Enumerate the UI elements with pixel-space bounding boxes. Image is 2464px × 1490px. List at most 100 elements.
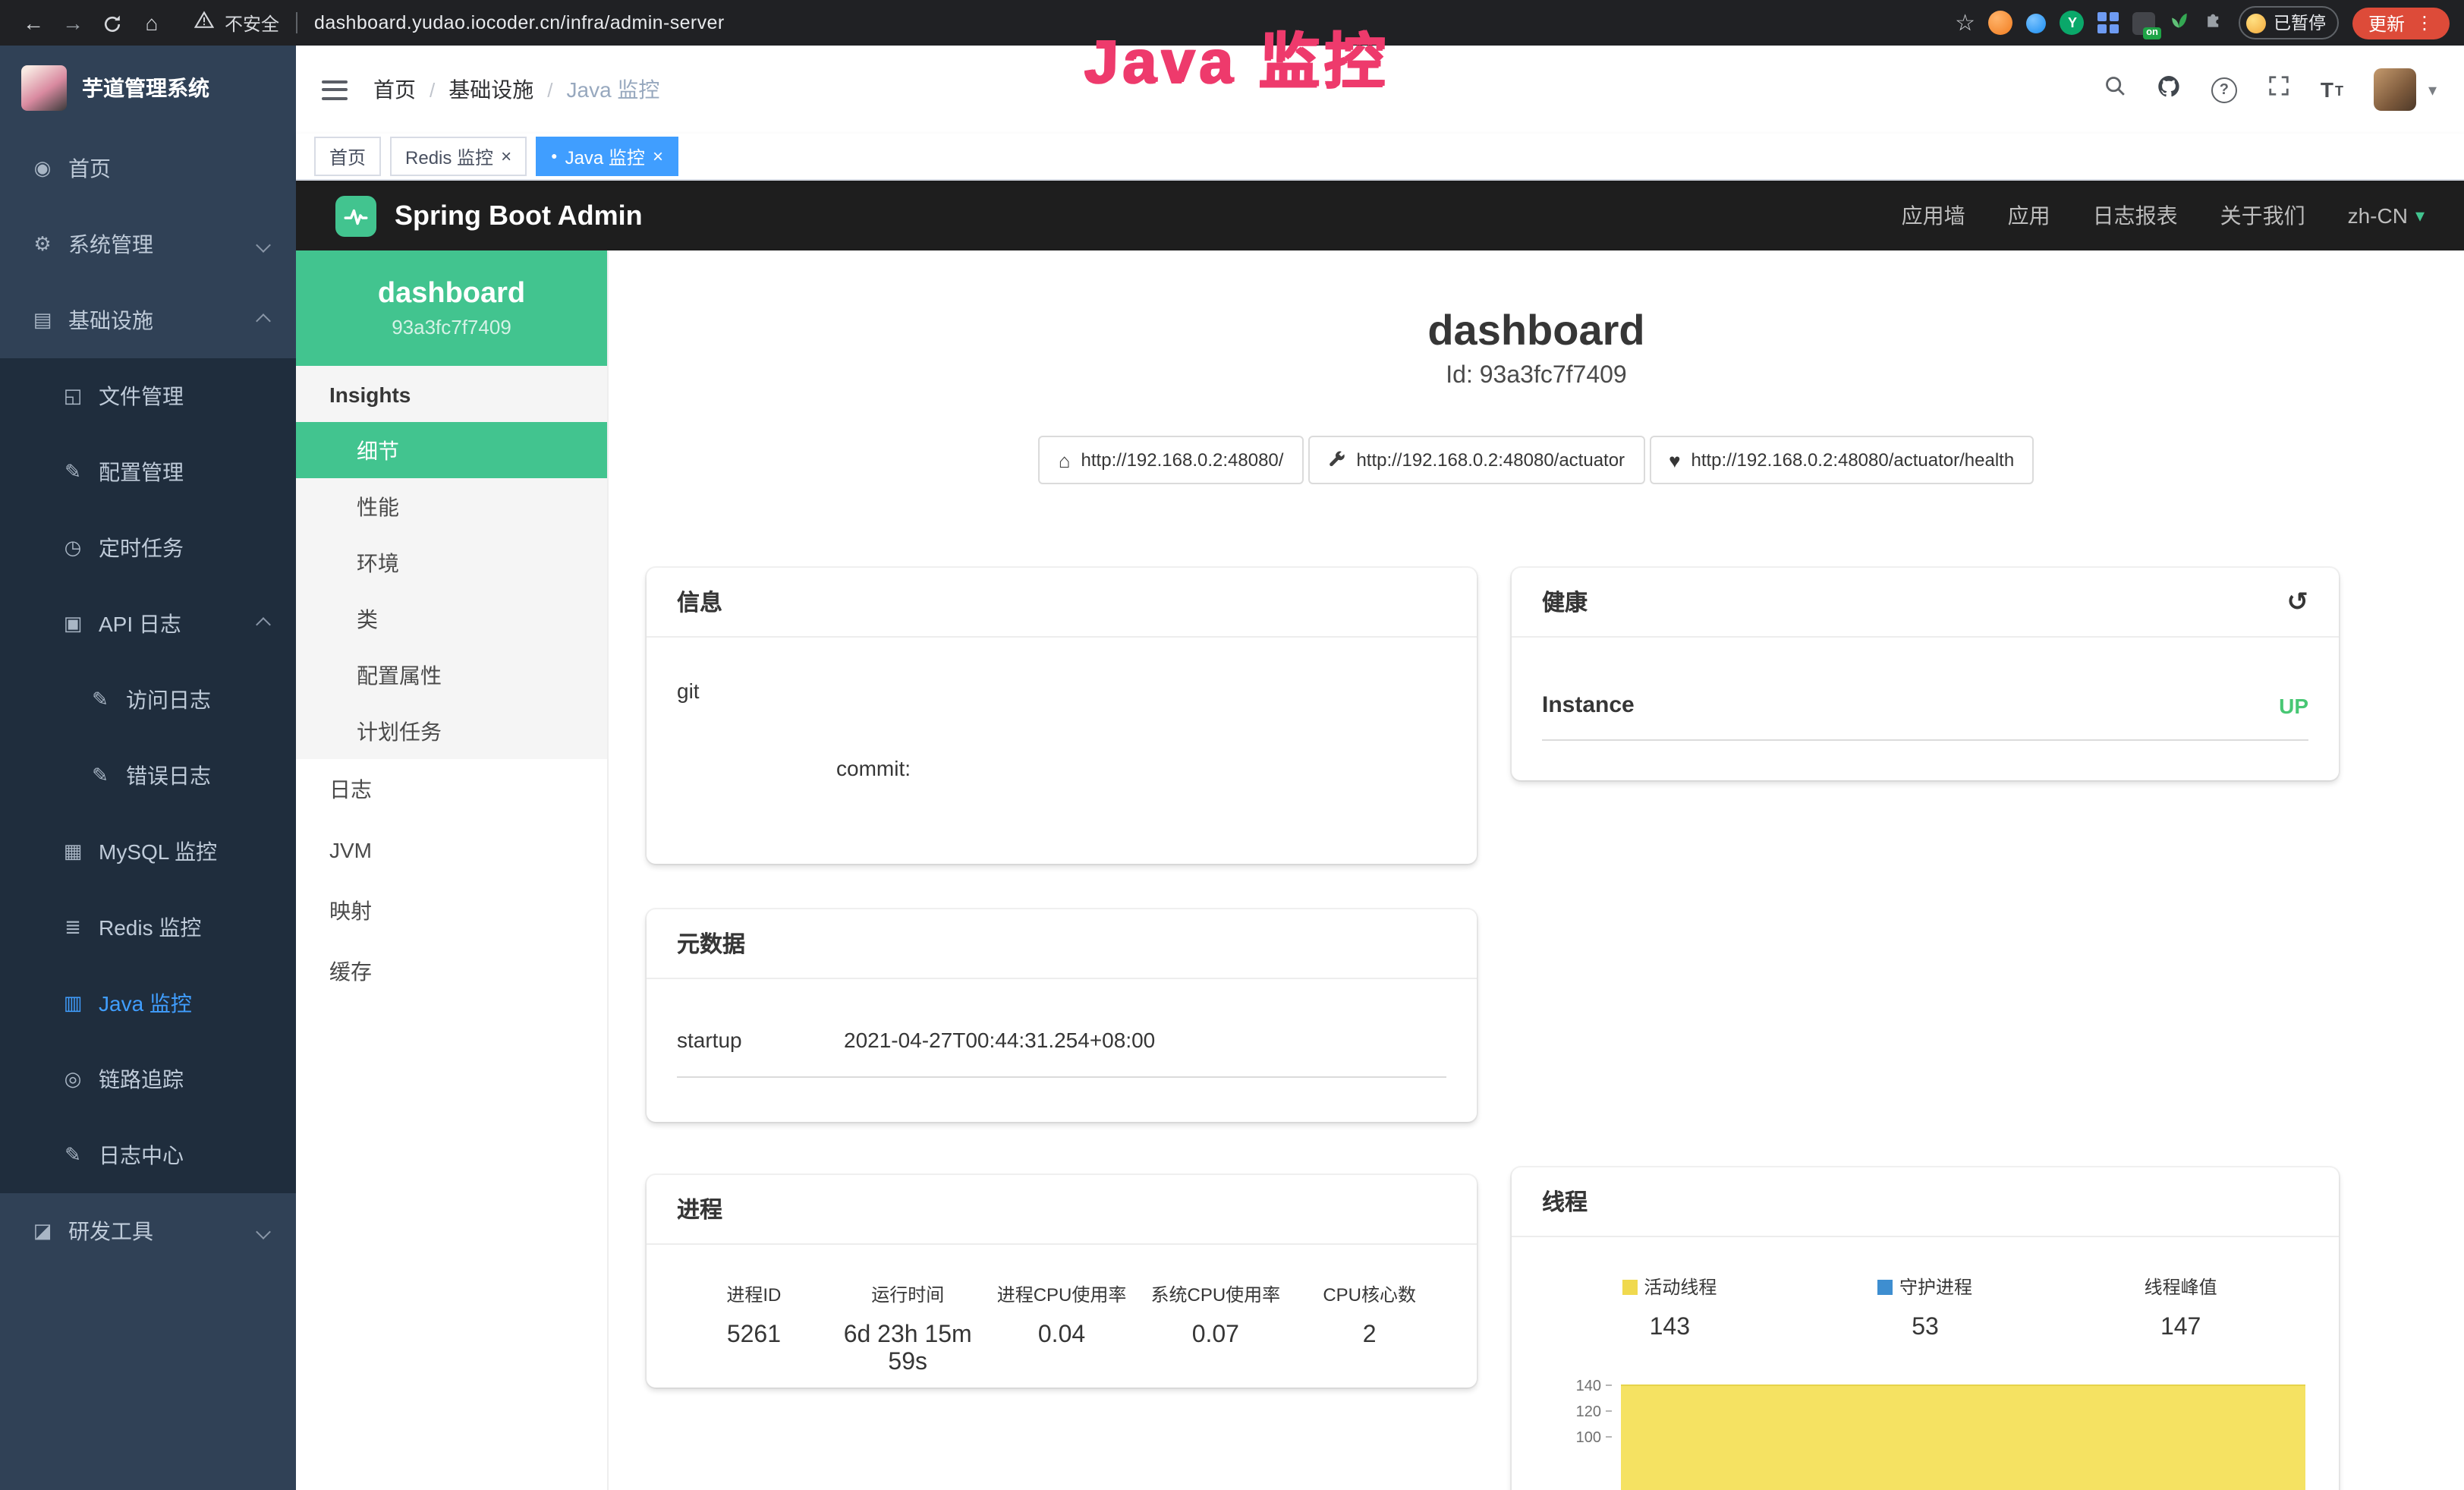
sidebar-item-error-log[interactable]: ✎ 错误日志 (0, 738, 296, 814)
sidebar-item-system[interactable]: ⚙ 系统管理 (0, 206, 296, 282)
actuator-url-link[interactable]: http://192.168.0.2:48080/actuator (1308, 436, 1644, 484)
info-row-git: git commit: time: 1596289704000 id: 27aa… (677, 653, 1446, 864)
app-logo[interactable]: 芋道管理系统 (0, 46, 296, 131)
github-icon[interactable] (2157, 74, 2181, 106)
sba-locale-select[interactable]: zh-CN ▾ (2348, 203, 2425, 228)
sidebar-item-log-center[interactable]: ✎ 日志中心 (0, 1117, 296, 1193)
fullscreen-icon[interactable] (2267, 74, 2290, 105)
sidebar-item-trace[interactable]: ◎ 链路追踪 (0, 1041, 296, 1117)
address-bar[interactable]: 不安全 dashboard.yudao.iocoder.cn/infra/adm… (194, 9, 725, 36)
health-url-link[interactable]: ♥ http://192.168.0.2:48080/actuator/heal… (1649, 436, 2034, 484)
sba-item-details[interactable]: 细节 (296, 422, 607, 478)
extension-grid-icon[interactable] (2098, 13, 2119, 33)
avatar-caret-icon[interactable]: ▾ (2428, 80, 2437, 99)
extension-leaf-icon[interactable] (2169, 8, 2190, 37)
sba-nav-about[interactable]: 关于我们 (2220, 200, 2305, 231)
extension-drop-icon[interactable] (2027, 13, 2047, 33)
sba-item-classes[interactable]: 类 (296, 591, 607, 647)
monitor-icon: ▤ (30, 308, 55, 332)
extension-orange-icon[interactable] (1989, 11, 2013, 35)
status-badge: UP (2279, 693, 2308, 717)
tab-home[interactable]: 首页 (314, 137, 381, 176)
sba-item-metrics[interactable]: 性能 (296, 478, 607, 534)
card-header: 信息 (647, 568, 1477, 638)
sba-item-config-props[interactable]: 配置属性 (296, 647, 607, 703)
infra-submenu: ◱ 文件管理 ✎ 配置管理 ◷ 定时任务 ▣ API 日志 ✎ (0, 358, 296, 1193)
sidebar-item-label: 定时任务 (99, 533, 184, 563)
sba-item-caches[interactable]: 缓存 (296, 941, 607, 1002)
font-size-icon[interactable]: T T (2321, 79, 2343, 100)
browser-chrome: ← → ⌂ 不安全 dashboard.yudao.iocoder.cn/inf… (0, 0, 2464, 46)
browser-home-icon[interactable]: ⌂ (134, 0, 170, 46)
sba-logo-icon[interactable] (335, 195, 376, 236)
hamburger-icon[interactable] (322, 80, 348, 99)
extensions-puzzle-icon[interactable] (2204, 8, 2225, 37)
tab-redis-monitor[interactable]: Redis 监控 × (390, 137, 527, 176)
sba-nav-wall[interactable]: 应用墙 (1902, 200, 1965, 231)
close-icon[interactable]: × (501, 147, 511, 165)
sba-navbar: Spring Boot Admin 应用墙 应用 日志报表 关于我们 zh-CN… (296, 181, 2464, 250)
chevron-up-icon (256, 313, 271, 328)
service-url-link[interactable]: ⌂ http://192.168.0.2:48080/ (1039, 436, 1304, 484)
card-header: 进程 (647, 1175, 1477, 1245)
sba-item-scheduled-tasks[interactable]: 计划任务 (296, 703, 607, 759)
overflow-menu-icon[interactable]: ⋮ (2415, 12, 2434, 33)
chevron-up-icon (256, 616, 271, 632)
bookmark-star-icon[interactable]: ☆ (1955, 9, 1975, 36)
browser-update-button[interactable]: 更新 ⋮ (2353, 7, 2449, 39)
breadcrumb-current: Java 监控 (567, 74, 660, 105)
sidebar-item-api-log[interactable]: ▣ API 日志 (0, 586, 296, 662)
forward-icon[interactable]: → (55, 0, 91, 46)
sidebar-item-redis[interactable]: ≣ Redis 监控 (0, 890, 296, 966)
sba-item-logs[interactable]: 日志 (296, 759, 607, 820)
active-dot-icon: ● (551, 151, 557, 162)
sidebar-item-infra[interactable]: ▤ 基础设施 (0, 282, 296, 358)
sba-brand-title[interactable]: Spring Boot Admin (395, 200, 643, 232)
sidebar-item-devtools[interactable]: ◪ 研发工具 (0, 1193, 296, 1269)
locale-value: zh-CN (2348, 203, 2408, 228)
back-icon[interactable]: ← (15, 0, 52, 46)
sba-nav-journal[interactable]: 日志报表 (2093, 200, 2178, 231)
tab-label: Redis 监控 (405, 143, 493, 169)
health-row-instance[interactable]: Instance UP (1542, 653, 2308, 741)
url-text[interactable]: dashboard.yudao.iocoder.cn/infra/admin-s… (314, 12, 725, 33)
sba-item-jvm[interactable]: JVM (296, 820, 607, 880)
help-icon[interactable]: ? (2211, 77, 2237, 102)
sba-nav-applications[interactable]: 应用 (2008, 200, 2050, 231)
history-icon[interactable]: ↺ (2287, 587, 2309, 617)
sidebar-item-cron[interactable]: ◷ 定时任务 (0, 510, 296, 586)
extension-y-icon[interactable]: Y (2060, 11, 2085, 35)
extension-switch-icon[interactable]: on (2132, 11, 2155, 34)
process-col-cpu: 进程CPU使用率 0.04 (985, 1281, 1139, 1377)
sidebar-item-mysql[interactable]: ▦ MySQL 监控 (0, 814, 296, 890)
sidebar-item-label: 首页 (68, 153, 111, 184)
sidebar-item-home[interactable]: ◉ 首页 (0, 131, 296, 206)
close-icon[interactable]: × (653, 147, 663, 165)
sba-item-mappings[interactable]: 映射 (296, 880, 607, 941)
sidebar-item-label: 链路追踪 (99, 1064, 184, 1095)
process-table: 进程ID 5261 运行时间 6d 23h 15m 59s (677, 1260, 1446, 1377)
sidebar-item-files[interactable]: ◱ 文件管理 (0, 358, 296, 434)
info-value: commit: time: 1596289704000 id: 27aa832 … (836, 677, 1446, 864)
sidebar-item-access-log[interactable]: ✎ 访问日志 (0, 662, 296, 738)
instance-header[interactable]: dashboard 93a3fc7f7409 (296, 250, 607, 366)
instance-links: ⌂ http://192.168.0.2:48080/ http://192.1… (609, 436, 2464, 484)
security-label[interactable]: 不安全 (225, 10, 279, 36)
breadcrumb-section[interactable]: 基础设施 (448, 74, 533, 105)
paused-extension-badge[interactable]: 已暂停 (2239, 6, 2340, 39)
sba-item-environment[interactable]: 环境 (296, 534, 607, 591)
mysql-icon: ▦ (61, 840, 85, 864)
tab-java-monitor[interactable]: ● Java 监控 × (536, 137, 678, 176)
spring-boot-admin: Spring Boot Admin 应用墙 应用 日志报表 关于我们 zh-CN… (296, 181, 2464, 1490)
app-sidebar: 芋道管理系统 ◉ 首页 ⚙ 系统管理 ▤ 基础设施 ◱ 文件管理 (0, 46, 296, 1490)
sidebar-item-java-monitor[interactable]: ▥ Java 监控 (0, 966, 296, 1041)
search-icon[interactable] (2104, 74, 2126, 105)
sba-main: dashboard Id: 93a3fc7f7409 ⌂ http://192.… (609, 250, 2464, 1490)
user-avatar[interactable] (2374, 68, 2416, 111)
legend-live-threads: 活动线程 143 (1542, 1274, 1798, 1342)
reload-icon[interactable] (94, 0, 131, 46)
files-icon: ◱ (61, 384, 85, 408)
sidebar-item-config[interactable]: ✎ 配置管理 (0, 434, 296, 510)
legend-blue-swatch (1878, 1280, 1893, 1295)
breadcrumb-home[interactable]: 首页 (373, 74, 416, 105)
